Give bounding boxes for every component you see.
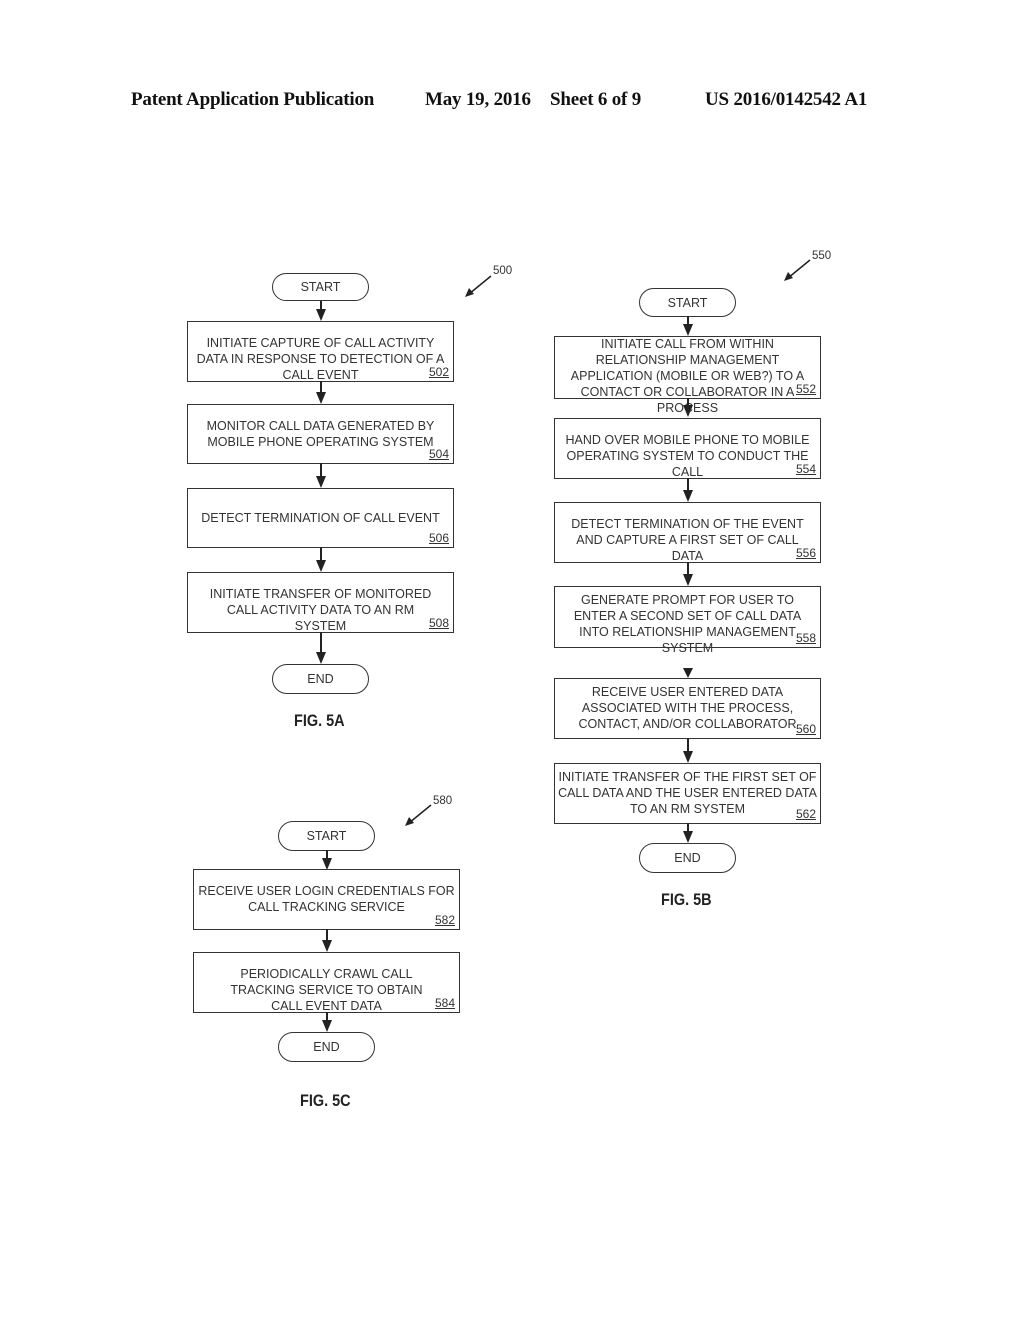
arrow-down-icon: [683, 751, 693, 763]
step-box-584: PERIODICALLY CRAWL CALL TRACKING SERVICE…: [193, 952, 460, 1013]
step-text: INITIATE TRANSFER OF THE FIRST SET OF CA…: [558, 770, 817, 816]
arrow-down-icon: [683, 668, 693, 678]
flow-connector: [320, 632, 322, 654]
step-ref: 504: [428, 447, 449, 461]
end-terminal: END: [272, 664, 369, 694]
step-box-504: MONITOR CALL DATA GENERATED BY MOBILE PH…: [187, 404, 454, 464]
step-ref: 552: [795, 382, 816, 396]
step-text: PERIODICALLY CRAWL CALL TRACKING SERVICE…: [230, 967, 423, 1013]
arrow-down-icon: [322, 940, 332, 952]
figure-caption: FIG. 5C: [300, 1091, 351, 1110]
step-text: MONITOR CALL DATA GENERATED BY MOBILE PH…: [206, 419, 435, 449]
step-ref: 582: [434, 913, 455, 927]
step-text: INITIATE TRANSFER OF MONITORED CALL ACTI…: [209, 587, 432, 633]
step-ref: 556: [795, 546, 816, 560]
step-text: INITIATE CAPTURE OF CALL ACTIVITY DATA I…: [196, 336, 445, 382]
start-terminal: START: [272, 273, 369, 301]
end-terminal: END: [278, 1032, 375, 1062]
step-ref: 584: [434, 996, 455, 1010]
step-ref: 554: [795, 462, 816, 476]
arrow-down-icon: [316, 476, 326, 488]
arrow-down-icon: [683, 574, 693, 586]
figure-caption: FIG. 5A: [294, 711, 345, 730]
reference-pointer-arrow-icon: [465, 275, 492, 297]
step-text: GENERATE PROMPT FOR USER TO ENTER A SECO…: [573, 593, 802, 655]
step-box-562: INITIATE TRANSFER OF THE FIRST SET OF CA…: [554, 763, 821, 824]
step-text: RECEIVE USER LOGIN CREDENTIALS FOR CALL …: [198, 884, 455, 914]
end-terminal: END: [639, 843, 736, 873]
step-box-508: INITIATE TRANSFER OF MONITORED CALL ACTI…: [187, 572, 454, 633]
start-terminal: START: [639, 288, 736, 317]
flow-connector: [320, 463, 322, 477]
step-box-582: RECEIVE USER LOGIN CREDENTIALS FOR CALL …: [193, 869, 460, 930]
arrow-down-icon: [316, 652, 326, 664]
arrow-down-icon: [322, 1020, 332, 1032]
step-box-506: DETECT TERMINATION OF CALL EVENT 506: [187, 488, 454, 548]
publication-type: Patent Application Publication: [131, 89, 375, 110]
step-box-554: HAND OVER MOBILE PHONE TO MOBILE OPERATI…: [554, 418, 821, 479]
step-text: RECEIVE USER ENTERED DATA ASSOCIATED WIT…: [578, 685, 797, 731]
step-text: DETECT TERMINATION OF CALL EVENT: [201, 511, 440, 525]
reference-number-550: 550: [812, 250, 832, 262]
step-box-558: GENERATE PROMPT FOR USER TO ENTER A SECO…: [554, 586, 821, 655]
patent-number: US 2016/0142542 A1: [705, 89, 868, 110]
step-ref: 562: [795, 807, 816, 821]
step-ref: 560: [795, 722, 816, 736]
step-ref: 558: [795, 631, 816, 645]
publication-date: May 19, 2016: [425, 89, 531, 110]
step-box-560: RECEIVE USER ENTERED DATA ASSOCIATED WIT…: [554, 678, 821, 739]
arrow-down-icon: [683, 831, 693, 843]
step-box-556: DETECT TERMINATION OF THE EVENT AND CAPT…: [554, 502, 821, 563]
start-terminal: START: [278, 821, 375, 851]
arrow-down-icon: [683, 490, 693, 502]
step-text: HAND OVER MOBILE PHONE TO MOBILE OPERATI…: [565, 433, 810, 479]
reference-number-500: 500: [493, 265, 513, 277]
step-box-552: INITIATE CALL FROM WITHIN RELATIONSHIP M…: [554, 336, 821, 415]
arrow-down-icon: [316, 392, 326, 404]
flow-connector: [687, 738, 689, 752]
step-ref: 508: [428, 616, 449, 630]
arrow-down-icon: [683, 405, 693, 417]
arrow-down-icon: [683, 324, 693, 336]
flow-connector: [320, 547, 322, 561]
figure-caption: FIG. 5B: [661, 890, 712, 909]
reference-number-580: 580: [433, 795, 453, 807]
step-ref: 506: [428, 531, 449, 545]
step-box-502: INITIATE CAPTURE OF CALL ACTIVITY DATA I…: [187, 321, 454, 382]
arrow-down-icon: [316, 309, 326, 321]
reference-pointer-arrow-icon: [405, 804, 432, 826]
reference-pointer-arrow-icon: [784, 259, 811, 281]
arrow-down-icon: [316, 560, 326, 572]
sheet-number: Sheet 6 of 9: [550, 89, 642, 110]
step-ref: 502: [428, 365, 449, 379]
step-text: DETECT TERMINATION OF THE EVENT AND CAPT…: [571, 517, 804, 563]
